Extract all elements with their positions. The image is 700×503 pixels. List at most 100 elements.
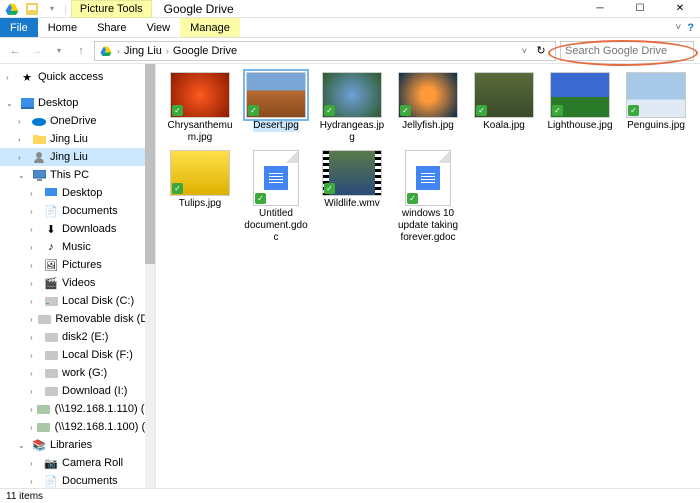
file-thumbnail[interactable]: ✓	[170, 72, 230, 118]
file-thumbnail[interactable]: ✓	[246, 72, 306, 118]
sync-badge-icon: ✓	[476, 105, 487, 116]
file-item[interactable]: ✓Untitled document.gdoc	[242, 150, 310, 244]
file-thumbnail[interactable]: ✓	[253, 150, 299, 206]
sync-badge-icon: ✓	[324, 183, 335, 194]
file-name-label[interactable]: Untitled document.gdoc	[242, 208, 310, 244]
sidebar-this-pc[interactable]: ⌄ This PC	[0, 166, 155, 184]
sidebar-onedrive[interactable]: › OneDrive	[0, 112, 155, 130]
sidebar-net-y[interactable]: ›(\\192.168.1.110) (Y:)	[0, 400, 155, 418]
nav-back-button[interactable]: ←	[6, 42, 24, 60]
file-name-label[interactable]: Desert.jpg	[253, 120, 299, 132]
file-item[interactable]: ✓ Desert.jpg	[242, 72, 310, 144]
file-name-label[interactable]: Tulips.jpg	[179, 198, 221, 210]
file-name-label[interactable]: Jellyfish.jpg	[402, 120, 454, 132]
sidebar-videos[interactable]: ›🎬Videos	[0, 274, 155, 292]
file-name-label[interactable]: Koala.jpg	[483, 120, 525, 132]
tab-home[interactable]: Home	[38, 18, 87, 37]
sidebar-user-1[interactable]: › Jing Liu	[0, 130, 155, 148]
tree-label: Downloads	[62, 223, 116, 235]
help-icon[interactable]: ?	[687, 22, 694, 34]
breadcrumb-dropdown-icon[interactable]: ˅	[522, 46, 527, 56]
chevron-right-icon[interactable]: ›	[18, 153, 28, 162]
refresh-button[interactable]: ↻	[531, 44, 551, 57]
qat-down-icon[interactable]: ▾	[44, 1, 60, 17]
sidebar-download-i[interactable]: ›Download (I:)	[0, 382, 155, 400]
breadcrumb-root[interactable]: Jing Liu	[124, 45, 162, 57]
sidebar-quick-access[interactable]: › ★ Quick access	[0, 68, 155, 86]
sidebar-pc-desktop[interactable]: ›Desktop	[0, 184, 155, 202]
chevron-down-icon[interactable]: ⌄	[6, 99, 16, 108]
sidebar-lib-documents[interactable]: ›📄Documents	[0, 472, 155, 488]
sidebar-music[interactable]: ›♪Music	[0, 238, 155, 256]
onedrive-icon	[32, 114, 46, 128]
sidebar-disk2-e[interactable]: ›disk2 (E:)	[0, 328, 155, 346]
file-item[interactable]: ✓windows 10 update taking forever.gdoc	[394, 150, 462, 244]
chevron-right-icon[interactable]: ›	[18, 117, 28, 126]
file-thumbnail[interactable]: ✓	[626, 72, 686, 118]
file-name-label[interactable]: Penguins.jpg	[627, 120, 685, 132]
close-button[interactable]: ✕	[660, 0, 700, 18]
sidebar-local-c[interactable]: ›Local Disk (C:)	[0, 292, 155, 310]
file-list[interactable]: ✓Chrysanthemum.jpg✓Desert.jpg✓Hydrangeas…	[156, 64, 700, 488]
maximize-button[interactable]: ☐	[620, 0, 660, 18]
tab-file[interactable]: File	[0, 18, 38, 37]
sidebar-libraries[interactable]: ⌄📚Libraries	[0, 436, 155, 454]
file-thumbnail[interactable]: ✓	[405, 150, 451, 206]
file-thumbnail[interactable]: ✓	[322, 72, 382, 118]
nav-forward-button[interactable]: →	[28, 42, 46, 60]
breadcrumb[interactable]: › Jing Liu › Google Drive ˅ ↻	[94, 41, 556, 61]
tab-share[interactable]: Share	[87, 18, 136, 37]
scrollbar-thumb[interactable]	[145, 64, 155, 264]
file-item[interactable]: ✓ Penguins.jpg	[622, 72, 690, 144]
nav-recent-button[interactable]: ▾	[50, 42, 68, 60]
sidebar-documents[interactable]: ›📄Documents	[0, 202, 155, 220]
chevron-down-icon[interactable]: ⌄	[18, 171, 28, 180]
file-name-label[interactable]: Lighthouse.jpg	[547, 120, 612, 132]
sidebar-net-z[interactable]: ›(\\192.168.1.100) (Z:)	[0, 418, 155, 436]
chevron-down-icon[interactable]: ⌄	[18, 441, 28, 450]
file-item[interactable]: ✓ Chrysanthemum.jpg	[166, 72, 234, 144]
file-thumbnail[interactable]: ✓	[474, 72, 534, 118]
sidebar-pictures[interactable]: ›🖼Pictures	[0, 256, 155, 274]
sidebar-local-f[interactable]: ›Local Disk (F:)	[0, 346, 155, 364]
file-thumbnail[interactable]: ✓	[170, 150, 230, 196]
chevron-right-icon[interactable]: ›	[117, 46, 120, 56]
file-item[interactable]: ✓ Wildlife.wmv	[318, 150, 386, 244]
chevron-right-icon[interactable]: ›	[166, 46, 169, 56]
sync-badge-icon: ✓	[172, 105, 183, 116]
qat-save-icon[interactable]	[24, 1, 40, 17]
file-item[interactable]: ✓ Lighthouse.jpg	[546, 72, 614, 144]
breadcrumb-folder[interactable]: Google Drive	[173, 45, 237, 57]
nav-up-button[interactable]: ↑	[72, 42, 90, 60]
file-name-label[interactable]: Chrysanthemum.jpg	[166, 120, 234, 144]
file-thumbnail[interactable]: ✓	[322, 150, 382, 196]
app-drive-icon	[4, 1, 20, 17]
network-drive-icon	[37, 420, 51, 434]
file-thumbnail[interactable]: ✓	[550, 72, 610, 118]
file-item[interactable]: ✓Hydrangeas.jpg	[318, 72, 386, 144]
drive-icon	[44, 366, 58, 380]
file-name-label[interactable]: Hydrangeas.jpg	[318, 120, 386, 144]
file-thumbnail[interactable]: ✓	[398, 72, 458, 118]
file-name-label[interactable]: Wildlife.wmv	[324, 198, 380, 210]
sidebar-camera-roll[interactable]: ›📷Camera Roll	[0, 454, 155, 472]
navigation-pane[interactable]: › ★ Quick access ⌄ Desktop › OneDrive › …	[0, 64, 156, 488]
chevron-right-icon[interactable]: ›	[18, 135, 28, 144]
sidebar-user-2[interactable]: › Jing Liu	[0, 148, 155, 166]
search-input[interactable]	[565, 45, 700, 57]
sidebar-removable-d[interactable]: ›Removable disk (D:)	[0, 310, 155, 328]
sidebar-work-g[interactable]: ›work (G:)	[0, 364, 155, 382]
sidebar-desktop[interactable]: ⌄ Desktop	[0, 94, 155, 112]
minimize-button[interactable]: ─	[580, 0, 620, 18]
ribbon-expand-icon[interactable]: ˅	[675, 22, 681, 33]
file-item[interactable]: ✓ Jellyfish.jpg	[394, 72, 462, 144]
search-box[interactable]: 🔍	[560, 41, 694, 61]
file-item[interactable]: ✓ Tulips.jpg	[166, 150, 234, 244]
sidebar-downloads[interactable]: ›⬇Downloads	[0, 220, 155, 238]
chevron-right-icon[interactable]: ›	[6, 73, 16, 82]
tab-manage[interactable]: Manage	[180, 18, 240, 37]
file-item[interactable]: ✓ Koala.jpg	[470, 72, 538, 144]
tab-view[interactable]: View	[136, 18, 180, 37]
drive-icon	[44, 384, 58, 398]
file-name-label[interactable]: windows 10 update taking forever.gdoc	[394, 208, 462, 244]
